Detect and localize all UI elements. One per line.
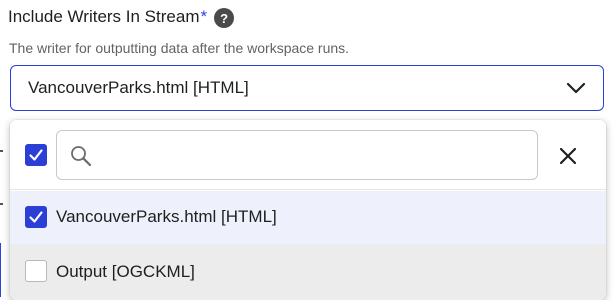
option-label: VancouverParks.html [HTML] [56,207,277,226]
dropdown-header [10,120,606,190]
search-icon [71,146,92,167]
select-all-checkbox[interactable] [25,144,47,166]
select-value: VancouverParks.html [HTML] [28,78,249,97]
close-icon [559,147,577,165]
checkmark-icon [29,211,43,223]
field-label-text: Include Writers In Stream [8,7,200,26]
search-input[interactable] [101,131,525,181]
background-fragment [0,203,3,205]
field-label: Include Writers In Stream * ? [8,6,235,28]
background-fragment [0,150,3,152]
dropdown-panel: VancouverParks.html [HTML] Output [OGCKM… [10,120,606,300]
question-circle-icon[interactable]: ? [214,8,235,28]
checkmark-icon [29,149,43,161]
search-field[interactable] [56,130,538,181]
option-checkbox[interactable] [25,260,47,282]
background-fragment [0,243,6,297]
option-checkbox[interactable] [25,206,47,228]
option-label: Output [OGCKML] [56,262,195,281]
chevron-down-icon[interactable] [565,79,587,97]
dropdown-option[interactable]: Output [OGCKML] [10,244,606,300]
required-mark: * [200,7,208,26]
writer-select-field: Include Writers In Stream * ? The writer… [0,0,616,300]
dropdown-option[interactable]: VancouverParks.html [HTML] [10,191,606,244]
clear-button[interactable] [554,142,582,170]
writer-select[interactable]: VancouverParks.html [HTML] [10,65,604,111]
field-description: The writer for outputting data after the… [9,40,350,56]
